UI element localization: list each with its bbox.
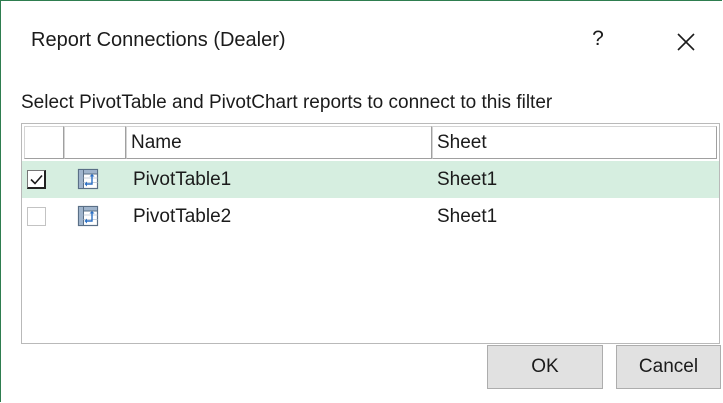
row-name: PivotTable2	[133, 206, 232, 227]
header-icon-column[interactable]	[64, 126, 126, 159]
ok-button[interactable]: OK	[487, 345, 603, 389]
row-checkbox[interactable]	[27, 207, 46, 226]
close-icon	[677, 33, 695, 51]
row-sheet: Sheet1	[437, 206, 498, 227]
report-list[interactable]: Name Sheet PivotTable1 Sheet1 PivotTable…	[21, 123, 720, 344]
dialog-title: Report Connections (Dealer)	[31, 29, 286, 51]
header-check-column[interactable]	[24, 126, 64, 159]
report-connections-dialog: Report Connections (Dealer) ? Select Piv…	[0, 0, 722, 402]
row-sheet: Sheet1	[437, 169, 498, 190]
row-name: PivotTable1	[133, 169, 232, 190]
pivot-table-icon	[77, 168, 99, 190]
help-button[interactable]: ?	[586, 27, 610, 51]
row-checkbox[interactable]	[27, 170, 46, 189]
table-row[interactable]: PivotTable1 Sheet1	[22, 161, 719, 198]
pivot-table-icon	[77, 205, 99, 227]
cancel-button[interactable]: Cancel	[616, 345, 721, 389]
header-name[interactable]: Name	[126, 126, 432, 159]
title-bar: Report Connections (Dealer) ?	[1, 1, 723, 69]
header-sheet[interactable]: Sheet	[432, 126, 717, 159]
close-button[interactable]	[669, 25, 701, 57]
table-row[interactable]: PivotTable2 Sheet1	[22, 198, 719, 235]
list-header: Name Sheet	[22, 124, 719, 161]
checkmark-icon	[30, 174, 43, 185]
instruction-text: Select PivotTable and PivotChart reports…	[21, 92, 553, 113]
